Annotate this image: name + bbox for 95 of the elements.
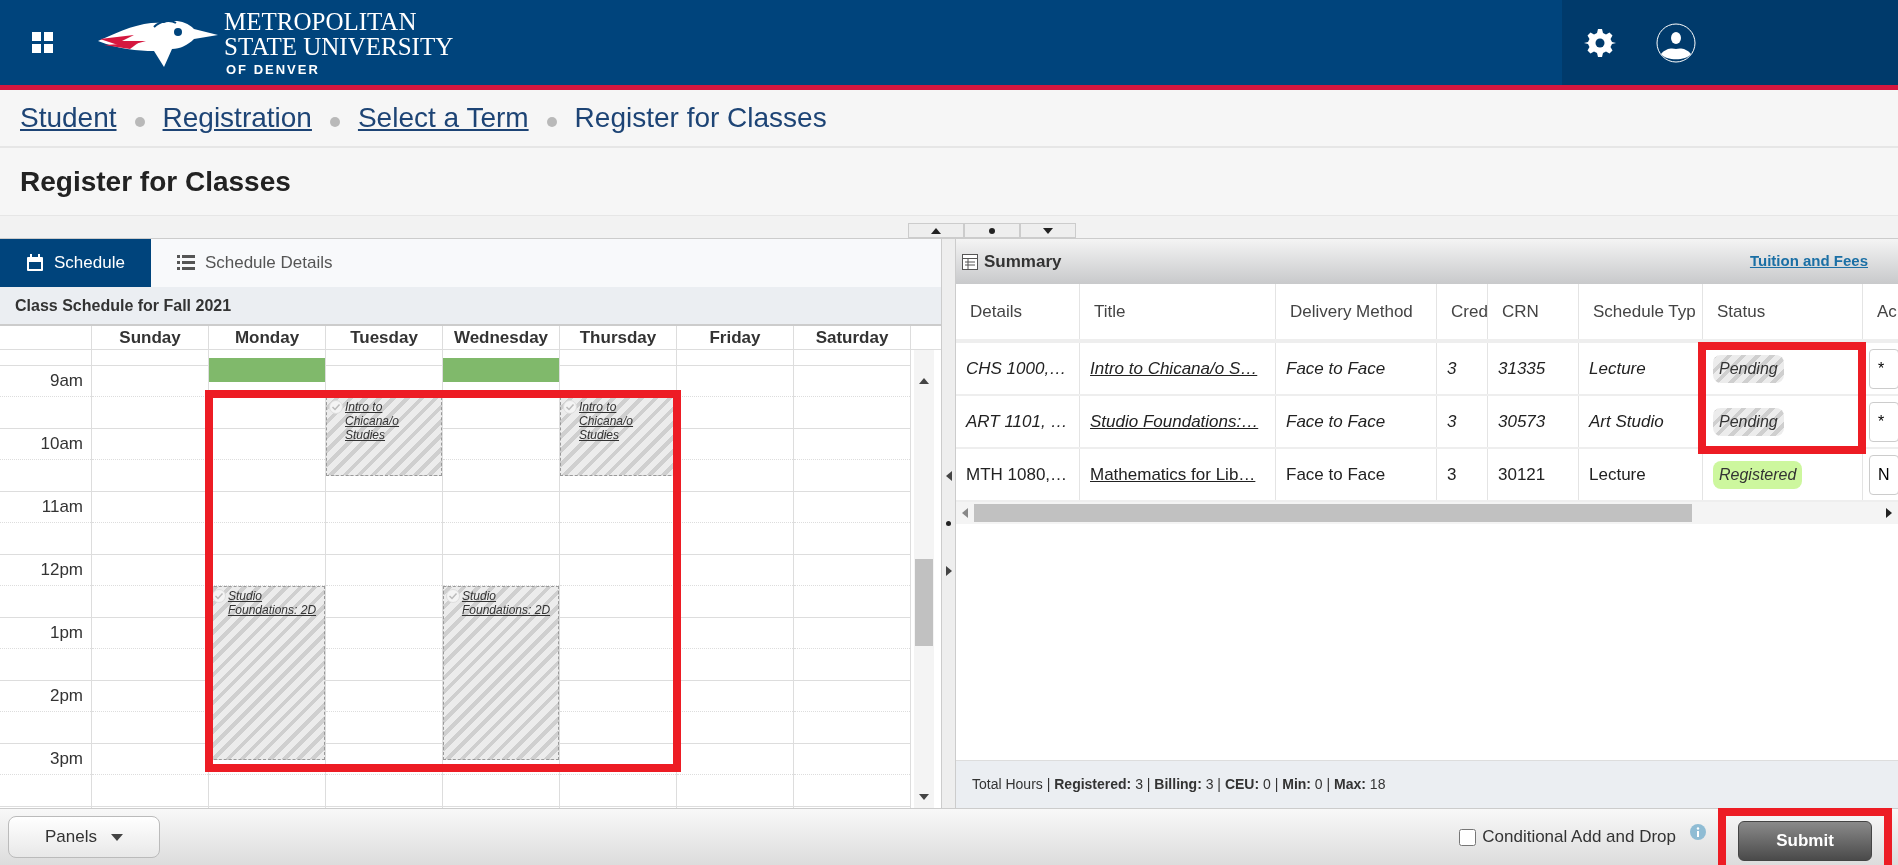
table-cell: Face to Face bbox=[1276, 396, 1437, 447]
submit-button[interactable]: Submit bbox=[1738, 821, 1872, 861]
table-cell: ART 1101, … bbox=[956, 396, 1080, 447]
pending-class-block[interactable]: Intro to Chicana/o Studies bbox=[560, 397, 676, 476]
column-header[interactable]: Ac bbox=[1863, 284, 1898, 339]
column-header[interactable]: Title bbox=[1080, 284, 1276, 339]
day-header: Wednesday bbox=[443, 326, 560, 349]
collapse-up-button[interactable] bbox=[908, 223, 964, 238]
day-header: Thursday bbox=[560, 326, 677, 349]
triangle-down-icon bbox=[1043, 227, 1053, 234]
dot-icon bbox=[989, 227, 995, 234]
breadcrumb-link[interactable]: Select a Term bbox=[357, 97, 529, 139]
scroll-down-icon[interactable] bbox=[919, 794, 929, 800]
conditional-checkbox[interactable] bbox=[1459, 828, 1477, 846]
time-label: 1pm bbox=[49, 622, 83, 645]
logo-text: OF DENVER bbox=[226, 63, 321, 76]
pending-class-block[interactable]: Studio Foundations: 2D bbox=[443, 586, 559, 760]
breadcrumb-link[interactable]: Registration bbox=[162, 97, 312, 139]
panels-button[interactable]: Panels bbox=[8, 816, 160, 858]
scrollbar-thumb[interactable] bbox=[915, 559, 933, 646]
check-icon bbox=[446, 589, 460, 604]
breadcrumb-current: Register for Classes bbox=[574, 101, 827, 135]
class-title-link[interactable]: Studio Foundations: 2D bbox=[462, 589, 556, 618]
total-hours-text: Total Hours | Registered: 3 | Billing: 3 | CEU: 0 | Min: 0 | Max: 18 bbox=[972, 775, 1386, 794]
check-icon bbox=[563, 400, 577, 415]
scroll-up-icon[interactable] bbox=[919, 378, 929, 384]
reset-button[interactable] bbox=[964, 223, 1020, 238]
status-badge: Registered bbox=[1713, 460, 1803, 489]
status-badge: Pending bbox=[1713, 407, 1784, 436]
day-header: Saturday bbox=[794, 326, 911, 349]
action-dropdown[interactable]: * bbox=[1869, 401, 1898, 442]
app-grid-icon[interactable] bbox=[32, 31, 54, 54]
time-label: 9am bbox=[49, 370, 83, 393]
status-badge: Pending bbox=[1713, 354, 1784, 383]
checkbox-label: Conditional Add and Drop bbox=[1482, 826, 1676, 849]
table-icon bbox=[962, 253, 978, 270]
column-header[interactable]: Delivery Method bbox=[1276, 284, 1437, 339]
triangle-right-icon bbox=[945, 566, 952, 576]
user-avatar-icon[interactable] bbox=[1656, 22, 1696, 63]
table-cell: 3 bbox=[1437, 343, 1488, 394]
table-cell: Lecture bbox=[1579, 343, 1703, 394]
collapse-down-button[interactable] bbox=[1020, 223, 1076, 238]
check-icon bbox=[329, 400, 343, 415]
day-header: Sunday bbox=[92, 326, 209, 349]
breadcrumb-link[interactable]: Student bbox=[20, 97, 117, 139]
time-label: 12pm bbox=[40, 559, 83, 582]
column-header[interactable]: CRN bbox=[1488, 284, 1579, 339]
dot-icon bbox=[946, 521, 951, 526]
time-label: 10am bbox=[40, 433, 83, 456]
column-header[interactable]: Details bbox=[956, 284, 1080, 339]
tuition-link[interactable]: Tuition and Fees bbox=[1749, 250, 1868, 273]
action-dropdown[interactable]: N bbox=[1869, 454, 1898, 495]
table-cell: Face to Face bbox=[1276, 449, 1437, 500]
scrollbar-thumb[interactable] bbox=[974, 504, 1692, 522]
scroll-right-icon[interactable] bbox=[1886, 508, 1892, 518]
table-cell: Face to Face bbox=[1276, 343, 1437, 394]
class-title-link[interactable]: Intro to Chicana/o Studies bbox=[345, 400, 439, 443]
logo-text: METROPOLITAN bbox=[224, 9, 418, 34]
triangle-left-icon bbox=[945, 471, 952, 481]
class-title-link[interactable]: Studio Foundations: 2D bbox=[228, 589, 322, 618]
course-title-link[interactable]: Mathematics for Lib… bbox=[1080, 449, 1276, 500]
list-icon bbox=[176, 254, 195, 272]
settings-icon[interactable] bbox=[1584, 26, 1616, 59]
day-header: Monday bbox=[209, 326, 326, 349]
table-cell: 3 bbox=[1437, 396, 1488, 447]
scroll-left-icon[interactable] bbox=[962, 508, 968, 518]
page-title: Register for Classes bbox=[20, 164, 291, 199]
time-label: 3pm bbox=[49, 748, 83, 771]
table-cell: Art Studio bbox=[1579, 396, 1703, 447]
logo-text: STATE UNIVERSITY bbox=[224, 34, 454, 59]
triangle-up-icon bbox=[931, 227, 941, 234]
day-header: Tuesday bbox=[326, 326, 443, 349]
column-header[interactable]: Cred bbox=[1437, 284, 1488, 339]
pending-class-block[interactable]: Intro to Chicana/o Studies bbox=[326, 397, 442, 476]
time-label: 2pm bbox=[49, 685, 83, 708]
day-header: Friday bbox=[677, 326, 794, 349]
summary-title: Summary bbox=[984, 250, 1062, 273]
action-dropdown[interactable]: * bbox=[1869, 348, 1898, 389]
table-cell: 30121 bbox=[1488, 449, 1579, 500]
course-title-link[interactable]: Intro to Chicana/o S… bbox=[1080, 343, 1276, 394]
caret-icon bbox=[111, 833, 123, 841]
time-label: 11am bbox=[41, 496, 83, 519]
table-cell: CHS 1000,… bbox=[956, 343, 1080, 394]
column-header[interactable]: Schedule Typ bbox=[1579, 284, 1703, 339]
course-title-link[interactable]: Studio Foundations:… bbox=[1080, 396, 1276, 447]
class-title-link[interactable]: Intro to Chicana/o Studies bbox=[579, 400, 673, 443]
calendar-title: Class Schedule for Fall 2021 bbox=[15, 295, 232, 316]
table-cell: 30573 bbox=[1488, 396, 1579, 447]
table-cell: MTH 1080,… bbox=[956, 449, 1080, 500]
panel-tab[interactable]: Schedule bbox=[0, 239, 151, 287]
calendar-icon bbox=[26, 254, 44, 272]
column-header[interactable]: Status bbox=[1703, 284, 1863, 339]
table-cell: 3 bbox=[1437, 449, 1488, 500]
table-cell: 31335 bbox=[1488, 343, 1579, 394]
table-cell: Lecture bbox=[1579, 449, 1703, 500]
